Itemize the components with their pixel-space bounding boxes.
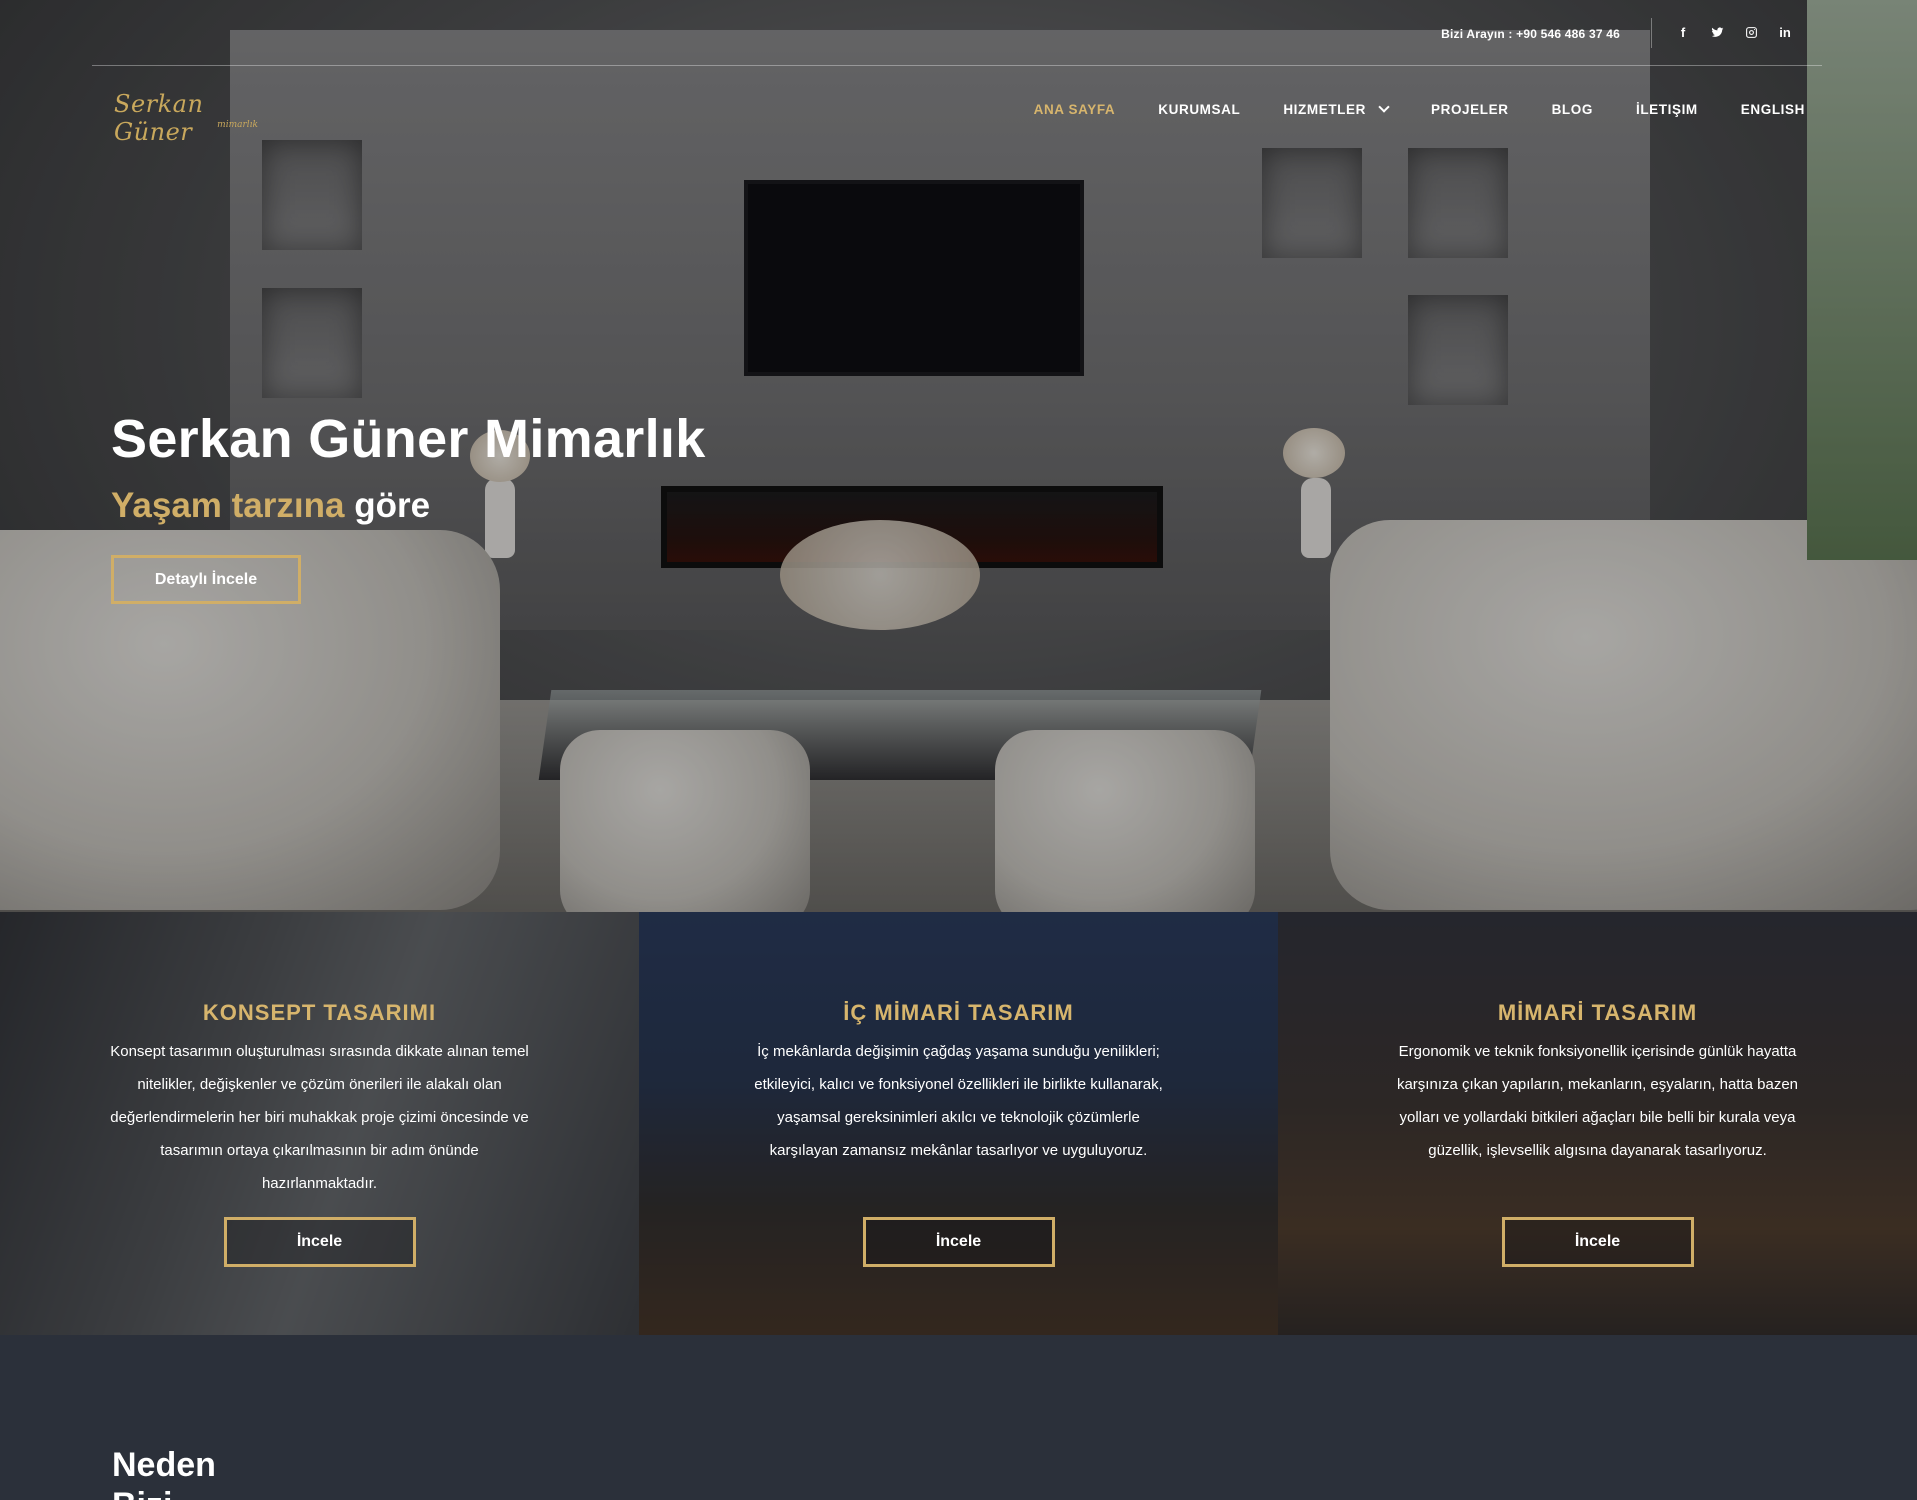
- why-us-section: Neden Bizi: [0, 1335, 1917, 1500]
- facebook-icon[interactable]: f: [1676, 24, 1690, 40]
- service-description: Konsept tasarımın oluşturulması sırasınd…: [110, 1043, 529, 1192]
- nav-english[interactable]: ENGLISH: [1741, 102, 1805, 117]
- nav-projeler[interactable]: PROJELER: [1431, 102, 1509, 117]
- nav-iletisim[interactable]: İLETIŞIM: [1636, 102, 1698, 117]
- service-content: KONSEPT TASARIMI Konsept tasarımın oluşt…: [0, 1000, 639, 1200]
- services-section: KONSEPT TASARIMI Konsept tasarımın oluşt…: [0, 912, 1917, 1335]
- nav-kurumsal[interactable]: KURUMSAL: [1158, 102, 1240, 117]
- hero-section: Bizi Arayın : +90 546 486 37 46 f in Ser…: [0, 0, 1917, 912]
- service-content: İÇ MİMARİ TASARIM İç mekânlarda değişimi…: [639, 1000, 1278, 1167]
- service-title: İÇ MİMARİ TASARIM: [843, 1000, 1074, 1025]
- instagram-icon[interactable]: [1744, 24, 1758, 40]
- site-logo[interactable]: Serkan Güner mimarlık: [114, 90, 264, 146]
- hero-detail-button[interactable]: Detaylı İncele: [111, 555, 301, 604]
- service-card-ic-mimari: İÇ MİMARİ TASARIM İç mekânlarda değişimi…: [639, 912, 1278, 1335]
- phone-number[interactable]: Bizi Arayın : +90 546 486 37 46: [1441, 27, 1620, 41]
- social-links: f in: [1676, 24, 1792, 40]
- linkedin-icon[interactable]: in: [1778, 24, 1792, 40]
- hero-subtitle-white: göre: [354, 486, 431, 525]
- twitter-icon[interactable]: [1710, 24, 1724, 40]
- nav-ana-sayfa[interactable]: ANA SAYFA: [1034, 102, 1116, 117]
- service-content: MİMARİ TASARIM Ergonomik ve teknik fonks…: [1278, 1000, 1917, 1167]
- service-incele-button[interactable]: İncele: [223, 1217, 416, 1267]
- logo-script: Serkan Güner: [114, 90, 204, 146]
- hero-title: Serkan Güner Mimarlık: [111, 409, 706, 469]
- service-incele-button[interactable]: İncele: [862, 1217, 1055, 1267]
- main-nav: ANA SAYFA KURUMSAL HIZMETLER PROJELER BL…: [1034, 101, 1805, 117]
- service-description: Ergonomik ve teknik fonksiyonellik içeri…: [1396, 1043, 1799, 1159]
- service-description: İç mekânlarda değişimin çağdaş yaşama su…: [754, 1043, 1163, 1159]
- service-title: KONSEPT TASARIMI: [202, 1000, 437, 1025]
- chevron-down-icon: [1378, 101, 1390, 113]
- service-title: MİMARİ TASARIM: [1497, 1000, 1698, 1025]
- nav-hizmetler[interactable]: HIZMETLER: [1283, 101, 1390, 117]
- hero-subtitle-gold: Yaşam tarzına: [111, 486, 345, 525]
- topbar-divider: [1651, 18, 1652, 48]
- top-bar: Bizi Arayın : +90 546 486 37 46 f in: [92, 0, 1822, 66]
- service-card-mimari: MİMARİ TASARIM Ergonomik ve teknik fonks…: [1278, 912, 1917, 1335]
- nav-blog[interactable]: BLOG: [1552, 102, 1593, 117]
- why-us-heading: Neden Bizi: [112, 1446, 216, 1500]
- service-card-konsept: KONSEPT TASARIMI Konsept tasarımın oluşt…: [0, 912, 639, 1335]
- nav-hizmetler-label: HIZMETLER: [1283, 102, 1366, 117]
- hero-subtitle: Yaşam tarzına göre: [111, 486, 430, 526]
- logo-subtitle: mimarlık: [217, 120, 258, 130]
- service-incele-button[interactable]: İncele: [1501, 1217, 1694, 1267]
